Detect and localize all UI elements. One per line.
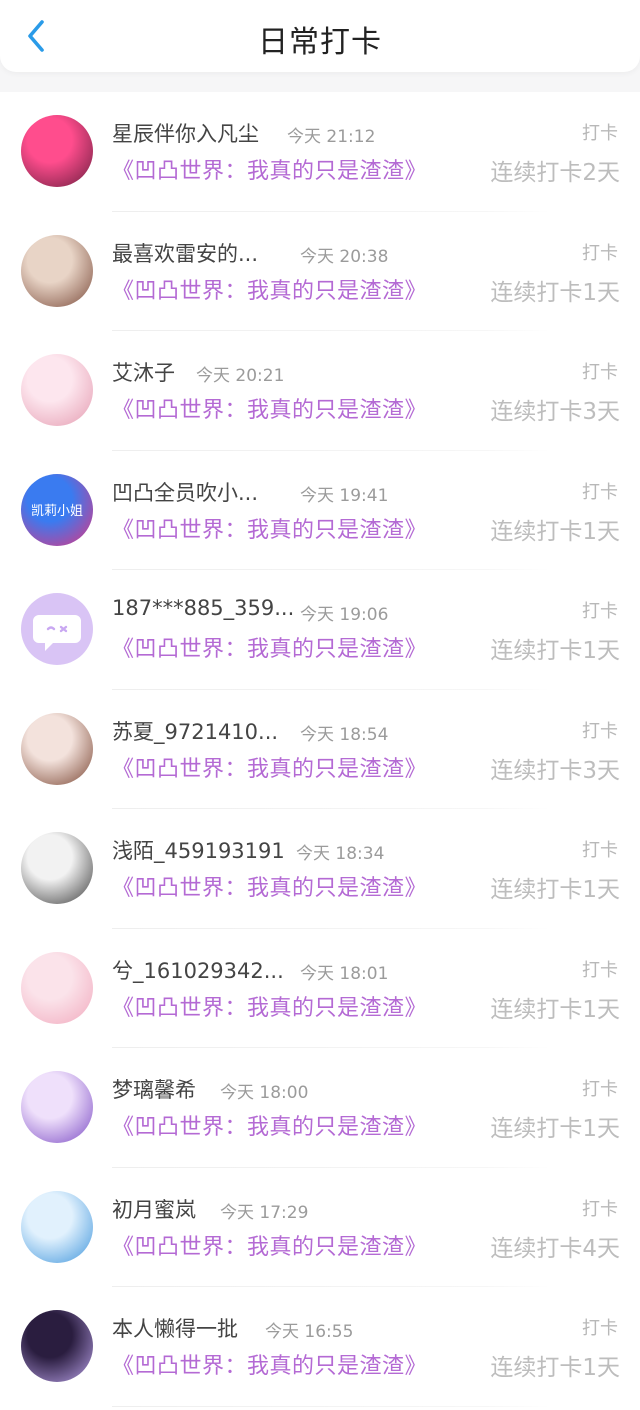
user-name[interactable]: 最喜欢雷安的... <box>112 238 258 268</box>
book-title-link[interactable]: 《凹凸世界：我真的只是渣渣》 <box>112 273 427 305</box>
avatar[interactable] <box>21 1071 93 1143</box>
checkin-time: 今天 20:21 <box>196 366 285 386</box>
streak-count: 连续打卡3天 <box>490 757 620 784</box>
streak-count: 连续打卡1天 <box>490 877 620 903</box>
avatar[interactable] <box>21 951 93 1024</box>
streak-count: 连续打卡1天 <box>490 996 620 1023</box>
user-name[interactable]: 凹凸全员吹小... <box>112 477 258 507</box>
streak-count: 连续打卡4天 <box>490 1235 620 1262</box>
list-item[interactable]: 星辰伴你入凡尘 今天 21:12 《凹凸世界：我真的只是渣渣》 打卡连续打卡2天 <box>0 92 640 212</box>
avatar[interactable] <box>21 234 93 307</box>
checkin-time: 今天 17:29 <box>220 1202 309 1223</box>
checkin-time: 今天 20:38 <box>300 246 389 267</box>
list-item[interactable]: 兮_161029342... 今天 18:01 《凹凸世界：我真的只是渣渣》 打卡连续… <box>0 929 640 1048</box>
book-title-link[interactable]: 《凹凸世界：我真的只是渣渣》 <box>112 1229 427 1261</box>
streak-count: 连续打卡1天 <box>490 279 620 306</box>
list-item[interactable]: 最喜欢雷安的... 今天 20:38 《凹凸世界：我真的只是渣渣》 打卡连续打卡1天 <box>0 212 640 331</box>
book-title-link[interactable]: 《凹凸世界：我真的只是渣渣》 <box>112 870 427 902</box>
book-title-link[interactable]: 《凹凸世界：我真的只是渣渣》 <box>112 990 427 1022</box>
avatar[interactable] <box>21 354 93 426</box>
checkin-time: 今天 21:12 <box>287 127 376 147</box>
checkin-time: 今天 18:34 <box>296 844 385 864</box>
divider <box>112 1405 550 1407</box>
checkin-tag: 打卡 <box>582 481 618 503</box>
book-title-link[interactable]: 《凹凸世界：我真的只是渣渣》 <box>112 1109 427 1141</box>
list-item[interactable]: 苏夏_9721410... 今天 18:54 《凹凸世界：我真的只是渣渣》 打卡连续打… <box>0 690 640 809</box>
book-title-link[interactable]: 《凹凸世界：我真的只是渣渣》 <box>112 392 427 424</box>
checkin-tag: 打卡 <box>582 720 618 742</box>
streak-count: 连续打卡3天 <box>490 399 620 425</box>
checkin-tag: 打卡 <box>582 959 618 981</box>
avatar-text: 凯莉小姐 <box>30 503 83 519</box>
list-item[interactable]: 187***885_359... 今天 19:06 《凹凸世界：我真的只是渣渣》 打卡… <box>0 570 640 690</box>
checkin-tag: 打卡 <box>582 362 618 383</box>
user-name[interactable]: 艾沐子 <box>112 357 175 387</box>
user-name[interactable]: 初月蜜岚 <box>112 1194 196 1224</box>
list-item[interactable]: 梦璃馨希 今天 18:00 《凹凸世界：我真的只是渣渣》 打卡连续打卡1天 <box>0 1048 640 1168</box>
streak-count: 连续打卡1天 <box>490 518 620 545</box>
user-name[interactable]: 梦璃馨希 <box>112 1074 196 1104</box>
page-title: 日常打卡 <box>258 25 382 60</box>
avatar[interactable] <box>21 115 93 187</box>
avatar[interactable] <box>21 712 93 785</box>
book-title-link[interactable]: 《凹凸世界：我真的只是渣渣》 <box>112 631 427 663</box>
book-title-link[interactable]: 《凹凸世界：我真的只是渣渣》 <box>112 751 427 783</box>
checkin-tag: 打卡 <box>582 123 618 144</box>
checkin-time: 今天 18:54 <box>300 724 389 745</box>
checkin-time: 今天 18:01 <box>300 963 389 984</box>
book-title-link[interactable]: 《凹凸世界：我真的只是渣渣》 <box>112 512 427 544</box>
checkin-tag: 打卡 <box>582 601 618 622</box>
list-item[interactable]: 浅陌_459193191 今天 18:34 《凹凸世界：我真的只是渣渣》 打卡连续打卡… <box>0 809 640 929</box>
checkin-list: 星辰伴你入凡尘 今天 21:12 《凹凸世界：我真的只是渣渣》 打卡 连续打卡2天 最喜欢… <box>0 92 640 1410</box>
avatar[interactable] <box>21 1310 93 1382</box>
user-name[interactable]: 兮_161029342... <box>112 955 284 985</box>
chat-bubble-icon <box>33 615 81 651</box>
checkin-tag: 打卡 <box>582 242 618 264</box>
user-name[interactable]: 187***885_359... <box>112 596 294 620</box>
user-name[interactable]: 苏夏_9721410... <box>112 716 278 746</box>
streak-count: 连续打卡1天 <box>490 638 620 664</box>
avatar[interactable]: 凯莉小姐 <box>21 473 93 546</box>
user-name[interactable]: 本人懒得一批 <box>112 1313 238 1343</box>
checkin-tag: 打卡 <box>582 1198 618 1220</box>
checkin-time: 今天 19:06 <box>300 605 389 625</box>
book-title-link[interactable]: 《凹凸世界：我真的只是渣渣》 <box>112 153 427 185</box>
user-name[interactable]: 浅陌_459193191 <box>112 835 285 865</box>
list-item[interactable]: 艾沐子 今天 20:21 《凹凸世界：我真的只是渣渣》 打卡连续打卡3天 <box>0 331 640 451</box>
list-item[interactable]: 凯莉小姐 凹凸全员吹小... 今天 19:41 《凹凸世界：我真的只是渣渣》 打卡连续打… <box>0 451 640 570</box>
list-item[interactable]: 初月蜜岚 今天 17:29 《凹凸世界：我真的只是渣渣》 打卡连续打卡4天 <box>0 1168 640 1287</box>
user-name[interactable]: 星辰伴你入凡尘 <box>112 118 259 148</box>
checkin-tag: 打卡 <box>582 1318 618 1339</box>
checkin-tag: 打卡 <box>582 1079 618 1100</box>
list-item[interactable]: 本人懒得一批 今天 16:55 《凹凸世界：我真的只是渣渣》 打卡连续打卡1天 <box>0 1287 640 1407</box>
streak-count: 连续打卡1天 <box>490 1355 620 1381</box>
streak-count: 连续打卡1天 <box>490 1116 620 1142</box>
book-title-link[interactable]: 《凹凸世界：我真的只是渣渣》 <box>112 1348 427 1380</box>
avatar[interactable] <box>21 1190 93 1263</box>
checkin-time: 今天 18:00 <box>220 1083 309 1103</box>
checkin-tag: 打卡 <box>582 840 618 861</box>
avatar[interactable] <box>21 832 93 904</box>
checkin-time: 今天 16:55 <box>265 1322 354 1342</box>
avatar[interactable] <box>21 593 93 665</box>
streak-count: 连续打卡2天 <box>490 160 620 186</box>
checkin-time: 今天 19:41 <box>300 485 389 506</box>
